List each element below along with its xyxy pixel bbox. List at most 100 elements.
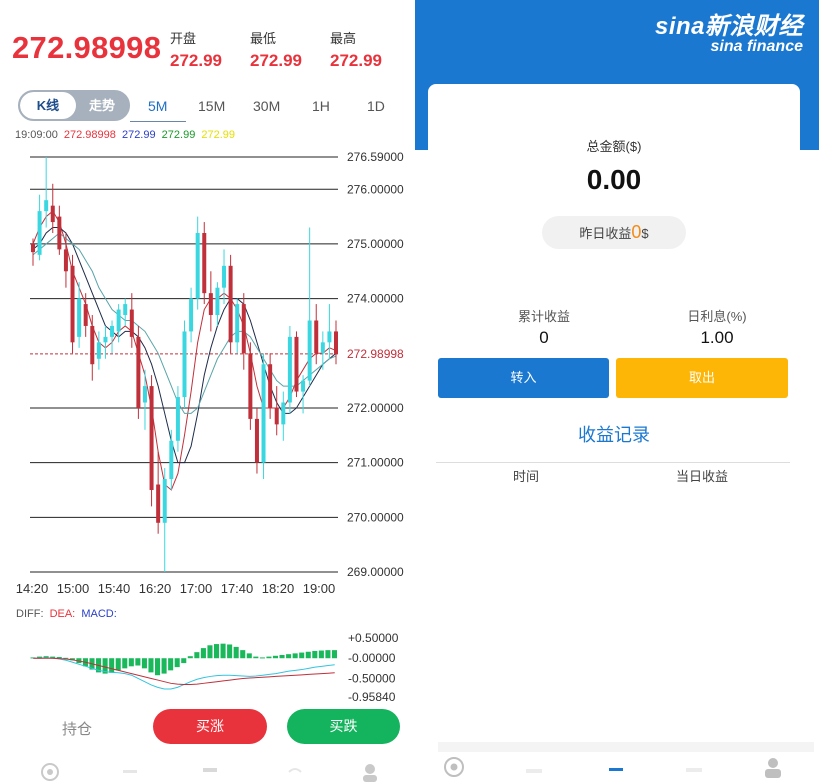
x-tick-label: 18:20	[262, 581, 295, 596]
finance-tab-icon[interactable]	[605, 756, 627, 778]
candle-body	[136, 336, 141, 408]
candle-body	[123, 304, 128, 316]
income-records-title[interactable]: 收益记录	[428, 421, 800, 447]
candle-body	[241, 304, 246, 354]
low-value: 272.99	[250, 51, 302, 70]
x-tick-label: 15:40	[98, 581, 131, 596]
news-tab-icon[interactable]	[285, 762, 305, 782]
yesterday-income-unit: $	[641, 226, 649, 241]
finance-tab-icon[interactable]	[200, 762, 220, 782]
y-tick-label: 272.00000	[347, 401, 404, 415]
timeframe-underline	[130, 121, 186, 122]
timeframe-30m[interactable]: 30M	[253, 98, 280, 114]
candle-body	[215, 287, 220, 316]
candle-body	[149, 386, 154, 490]
home-tab-icon[interactable]	[443, 756, 465, 778]
candle-body	[103, 336, 108, 343]
y-tick-label: 269.00000	[347, 565, 404, 579]
high-stat: 最高 272.99	[330, 28, 382, 71]
records-col-day-income: 当日收益	[675, 469, 728, 484]
open-stat: 开盘 272.99	[170, 28, 222, 71]
candle-body	[116, 309, 121, 332]
macd-legend: DIFF: DEA: MACD:	[16, 608, 120, 620]
macd-bar	[272, 655, 279, 659]
home-tab-icon[interactable]	[40, 762, 60, 782]
candle-body	[268, 364, 273, 408]
macd-y-tick-label: -0.00000	[348, 651, 396, 665]
trend-mode-button[interactable]: 走势	[76, 92, 128, 119]
position-button[interactable]: 持仓	[62, 718, 92, 739]
macd-bar	[220, 643, 226, 659]
sina-finance-logo: sina新浪财经 sina finance	[655, 6, 803, 56]
total-amount-label: 总金额($)	[586, 139, 642, 154]
profile-tab-icon[interactable]	[360, 762, 380, 782]
dea-label: DEA:	[49, 608, 76, 620]
macd-bar	[233, 646, 239, 659]
x-tick-label: 17:00	[180, 581, 213, 596]
y-tick-label: 274.00000	[347, 292, 404, 306]
candle-body	[281, 402, 286, 425]
candle-body	[169, 440, 174, 480]
candle-body	[175, 397, 180, 441]
candle-body	[294, 336, 299, 392]
candle-body	[83, 304, 88, 326]
candle-body	[182, 331, 187, 398]
chart-mode-toggle[interactable]: K线 走势	[18, 90, 130, 121]
buy-down-button[interactable]: 买跌	[287, 709, 400, 744]
macd-bar	[135, 658, 141, 666]
total-amount-value: 0.00	[586, 164, 642, 195]
candle-body	[254, 418, 259, 463]
kline-chart[interactable]: 276.59000 276.00000 275.00000 274.00000 272.…	[0, 140, 415, 600]
candle-body	[327, 331, 332, 343]
macd-bar	[168, 658, 174, 671]
transfer-in-button[interactable]: 转入	[438, 358, 609, 398]
market-tab-icon[interactable]	[120, 762, 140, 782]
candle-body	[287, 336, 292, 403]
candle-body	[274, 407, 279, 425]
timeframe-1d[interactable]: 1D	[367, 98, 385, 114]
timeframe-5m[interactable]: 5M	[148, 98, 167, 114]
withdraw-button[interactable]: 取出	[616, 358, 788, 398]
macd-bar	[279, 654, 285, 659]
candle-body	[189, 298, 194, 332]
x-tick-label: 16:20	[139, 581, 172, 596]
open-label: 开盘	[170, 31, 197, 46]
candle-body	[307, 320, 312, 381]
buy-up-button[interactable]: 买涨	[153, 709, 267, 744]
profile-tab-icon[interactable]	[762, 756, 784, 778]
trading-panel: 272.98998 开盘 272.99 最低 272.99 最高 272.99 …	[0, 0, 415, 782]
kline-mode-button[interactable]: K线	[20, 92, 76, 119]
macd-bar	[312, 650, 318, 659]
macd-bar	[331, 650, 337, 659]
candle-body	[334, 331, 338, 354]
market-tab-icon[interactable]	[523, 756, 545, 778]
macd-bar	[194, 652, 200, 659]
candle-body	[208, 293, 213, 316]
y-tick-label: 270.00000	[347, 510, 404, 524]
candle-body	[50, 205, 55, 223]
candle-body	[202, 233, 207, 294]
candle-body	[129, 309, 134, 337]
candle-body	[96, 342, 101, 359]
y-tick-label: 272.98998	[347, 347, 404, 361]
timeframe-1h[interactable]: 1H	[312, 98, 330, 114]
x-tick-label: 17:40	[221, 581, 254, 596]
bottom-tabbar-left	[0, 754, 415, 782]
candle-body	[320, 342, 325, 354]
current-price: 272.98998	[12, 30, 162, 65]
x-tick-label: 15:00	[57, 581, 90, 596]
macd-bar	[286, 654, 292, 659]
candle-body	[31, 243, 35, 253]
macd-bar	[155, 658, 161, 676]
low-stat: 最低 272.99	[250, 28, 302, 71]
macd-bar	[109, 658, 115, 673]
macd-bar	[207, 645, 213, 659]
y-tick-label: 271.00000	[347, 456, 404, 470]
candle-body	[248, 353, 253, 419]
timeframe-15m[interactable]: 15M	[198, 98, 225, 114]
candle-body	[90, 325, 95, 365]
low-label: 最低	[250, 31, 277, 46]
news-tab-icon[interactable]	[683, 756, 705, 778]
macd-y-tick-label: +0.50000	[348, 631, 399, 645]
candle-body	[77, 298, 82, 337]
